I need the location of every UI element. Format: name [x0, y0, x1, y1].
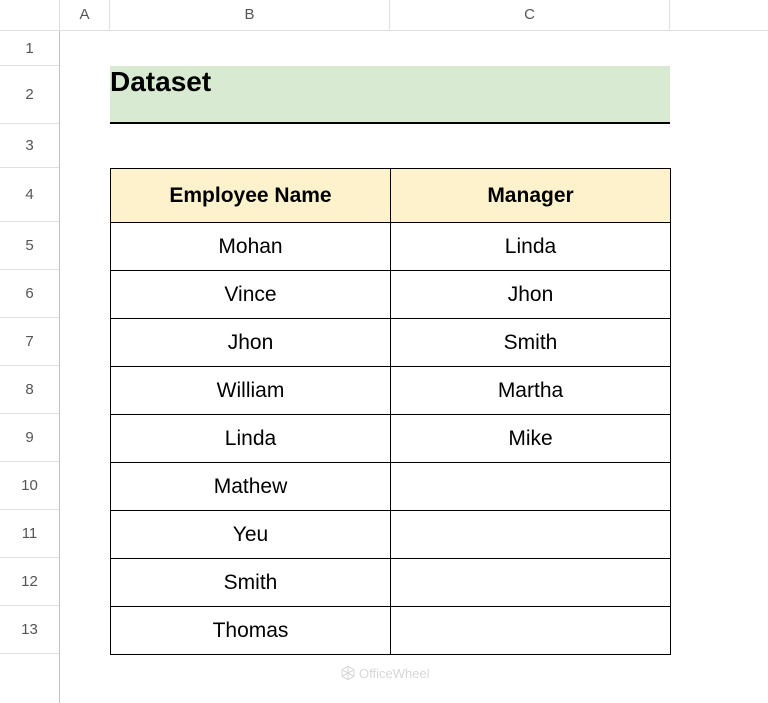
table-row: Yeu — [111, 511, 671, 559]
cell-employee[interactable]: Yeu — [111, 511, 391, 559]
row-header-6[interactable]: 6 — [0, 270, 59, 318]
table-row: Thomas — [111, 607, 671, 655]
cell-manager[interactable]: Linda — [391, 223, 671, 271]
table-row: William Martha — [111, 367, 671, 415]
column-header-c[interactable]: C — [390, 0, 670, 30]
column-header-b[interactable]: B — [110, 0, 390, 30]
cell-employee[interactable]: Mohan — [111, 223, 391, 271]
row-header-13[interactable]: 13 — [0, 606, 59, 654]
table-row: Vince Jhon — [111, 271, 671, 319]
dataset-title-cell[interactable]: Dataset — [110, 66, 670, 124]
table-row: Smith — [111, 559, 671, 607]
table-row: Jhon Smith — [111, 319, 671, 367]
watermark: OfficeWheel — [340, 665, 430, 681]
cell-employee[interactable]: Vince — [111, 271, 391, 319]
cell-manager[interactable] — [391, 463, 671, 511]
cell-manager[interactable]: Jhon — [391, 271, 671, 319]
cell-manager[interactable] — [391, 607, 671, 655]
row-headers-column: 1 2 3 4 5 6 7 8 9 10 11 12 13 — [0, 31, 60, 703]
row-header-3[interactable]: 3 — [0, 124, 59, 168]
cell-manager[interactable]: Smith — [391, 319, 671, 367]
cell-manager[interactable] — [391, 511, 671, 559]
row-header-1[interactable]: 1 — [0, 31, 59, 66]
table-row: Linda Mike — [111, 415, 671, 463]
row-header-10[interactable]: 10 — [0, 462, 59, 510]
table-row: Mathew — [111, 463, 671, 511]
table-header-row: Employee Name Manager — [111, 169, 671, 223]
cell-employee[interactable]: Mathew — [111, 463, 391, 511]
cell-employee[interactable]: Jhon — [111, 319, 391, 367]
row-header-5[interactable]: 5 — [0, 222, 59, 270]
row-header-2[interactable]: 2 — [0, 66, 59, 124]
cell-manager[interactable]: Martha — [391, 367, 671, 415]
data-table: Employee Name Manager Mohan Linda Vince … — [110, 168, 671, 655]
row-header-12[interactable]: 12 — [0, 558, 59, 606]
row-header-9[interactable]: 9 — [0, 414, 59, 462]
cell-manager[interactable]: Mike — [391, 415, 671, 463]
row-header-7[interactable]: 7 — [0, 318, 59, 366]
watermark-icon — [340, 665, 356, 681]
column-header-a[interactable]: A — [60, 0, 110, 30]
corner-cell[interactable] — [0, 0, 60, 30]
cell-employee[interactable]: William — [111, 367, 391, 415]
header-employee[interactable]: Employee Name — [111, 169, 391, 223]
column-headers-row: A B C — [0, 0, 768, 31]
cell-manager[interactable] — [391, 559, 671, 607]
cells-area[interactable]: Dataset Employee Name Manager Mohan Lind… — [60, 31, 768, 703]
row-header-8[interactable]: 8 — [0, 366, 59, 414]
header-manager[interactable]: Manager — [391, 169, 671, 223]
table-row: Mohan Linda — [111, 223, 671, 271]
cell-employee[interactable]: Thomas — [111, 607, 391, 655]
cell-employee[interactable]: Smith — [111, 559, 391, 607]
spreadsheet-container: A B C 1 2 3 4 5 6 7 8 9 10 11 12 13 Data… — [0, 0, 768, 703]
watermark-text: OfficeWheel — [359, 666, 430, 681]
row-header-4[interactable]: 4 — [0, 168, 59, 222]
cell-employee[interactable]: Linda — [111, 415, 391, 463]
body-area: 1 2 3 4 5 6 7 8 9 10 11 12 13 Dataset Em… — [0, 31, 768, 703]
row-header-11[interactable]: 11 — [0, 510, 59, 558]
